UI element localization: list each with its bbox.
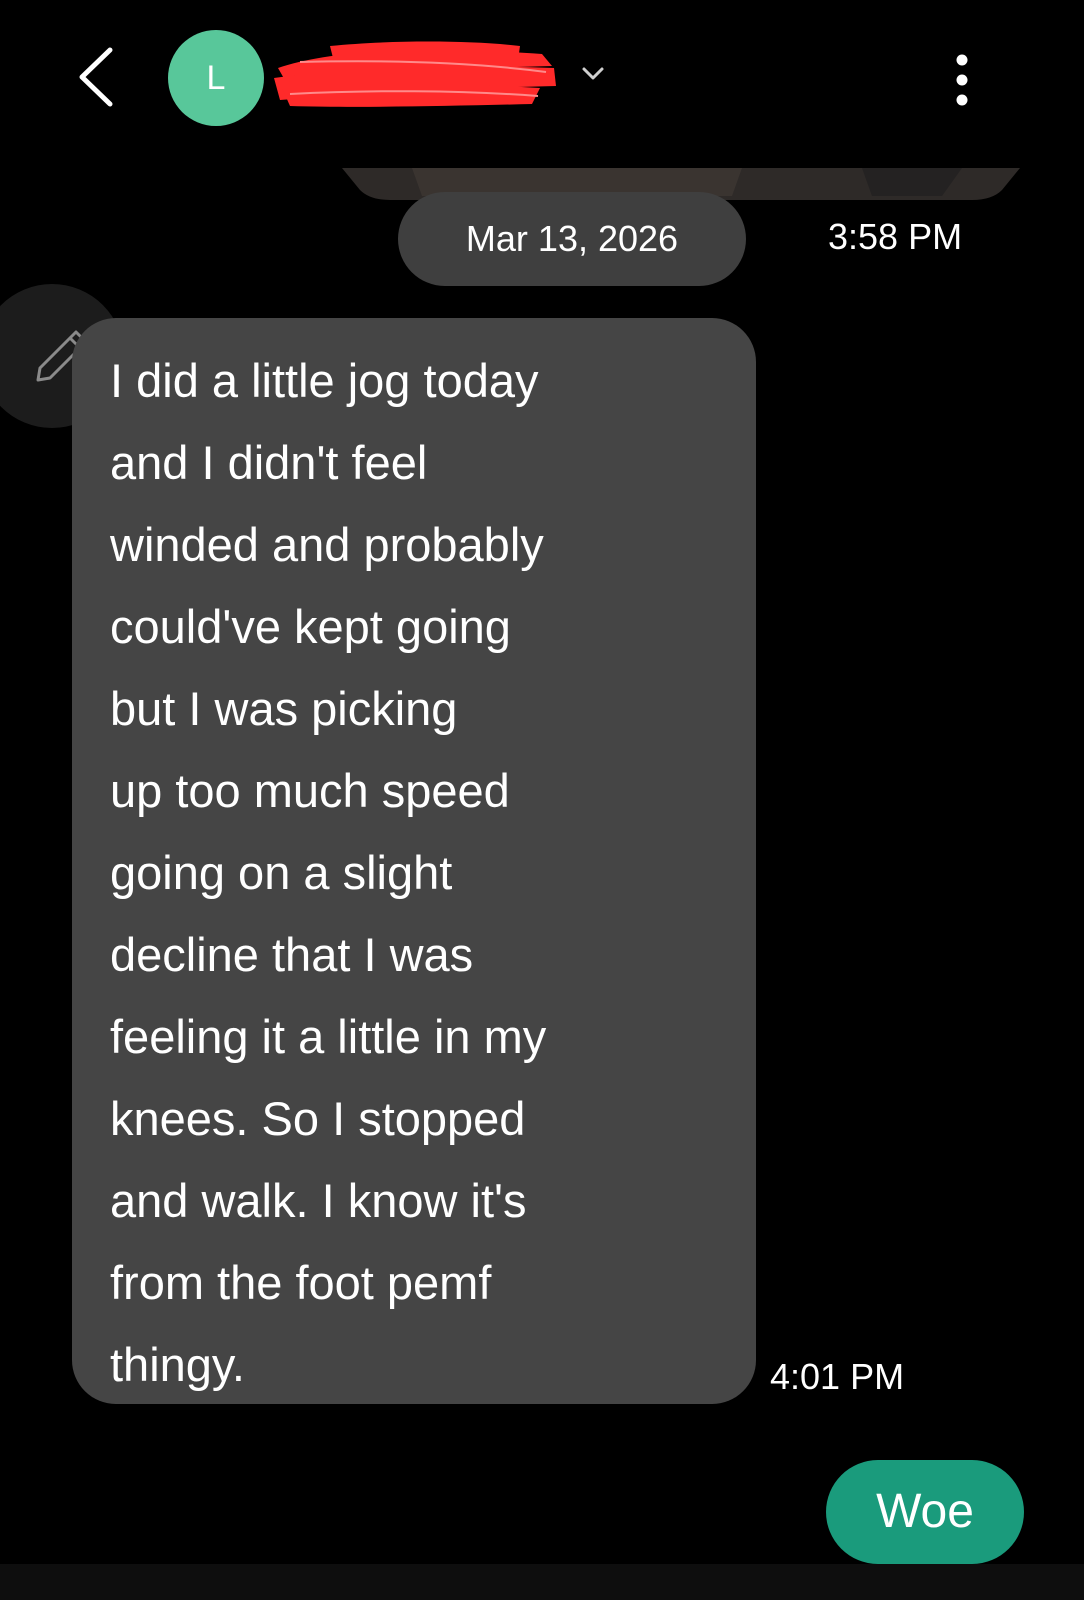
message-text-line: going on a slight	[110, 846, 453, 899]
message-text-line: thingy.	[110, 1338, 245, 1391]
conversation-header: L	[0, 0, 1084, 160]
contact-name-redacted[interactable]	[270, 38, 560, 112]
message-text-line: I did a little jog today	[110, 354, 539, 407]
message-text-line: could've kept going	[110, 600, 511, 653]
message-text-line: winded and probably	[110, 518, 544, 571]
message-text-line: up too much speed	[110, 764, 510, 817]
message-text-line: from the foot pemf	[110, 1256, 492, 1309]
more-options-button[interactable]	[940, 50, 984, 110]
message-timestamp: 3:58 PM	[828, 216, 963, 257]
more-vertical-icon	[956, 54, 968, 106]
bottom-bar	[0, 1564, 1084, 1600]
message-text-line: and walk. I know it's	[110, 1174, 527, 1227]
date-separator: Mar 13, 2026	[398, 192, 746, 286]
message-text-line: feeling it a little in my	[110, 1010, 547, 1063]
date-label: Mar 13, 2026	[465, 218, 679, 259]
message-text-line: knees. So I stopped	[110, 1092, 526, 1145]
message-timestamp: 4:01 PM	[770, 1356, 905, 1397]
redaction-scribble	[274, 41, 556, 107]
incoming-message-bubble[interactable]: I did a little jog today and I didn't fe…	[72, 318, 756, 1404]
message-text-line: but I was picking	[110, 682, 458, 735]
chevron-left-icon	[79, 47, 113, 107]
chevron-down-icon	[582, 67, 604, 80]
avatar-letter: L	[206, 59, 226, 97]
contact-avatar[interactable]: L	[168, 30, 264, 126]
message-text-line: decline that I was	[110, 928, 474, 981]
outgoing-message-bubble[interactable]: Woe	[826, 1460, 1024, 1564]
message-text: Woe	[876, 1485, 974, 1538]
message-text-line: and I didn't feel	[110, 436, 428, 489]
back-button[interactable]	[68, 42, 128, 112]
expand-contact-button[interactable]	[578, 62, 608, 86]
